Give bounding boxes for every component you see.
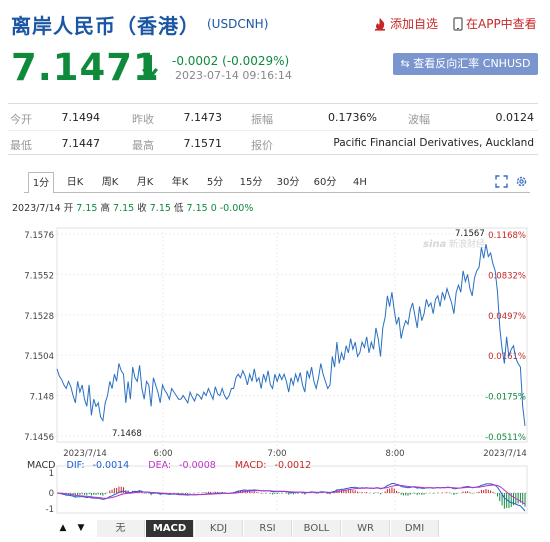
dea-line bbox=[56, 484, 526, 505]
x-tick-label: 2023/7/14 bbox=[483, 449, 527, 459]
add-watchlist-button[interactable]: 添加自选 bbox=[373, 15, 438, 32]
open-in-app-label: 在APP中查看 bbox=[466, 17, 537, 31]
tab-boll[interactable]: BOLL bbox=[293, 520, 341, 537]
pct-tick-label: -0.0511% bbox=[485, 433, 526, 443]
indicator-tabs: ▲ ▼ 无 MACD KDJ RSI BOLL WR DMI bbox=[47, 520, 527, 538]
price-chart[interactable]: sina 新浪财经 7.15767.15527.15287.15047.1487… bbox=[0, 210, 550, 520]
dif-label: DIF: -0.0014 bbox=[66, 460, 130, 471]
price-line bbox=[56, 244, 526, 427]
tab-30min[interactable]: 30分 bbox=[273, 172, 303, 193]
tab-monthly[interactable]: 月K bbox=[132, 172, 158, 193]
svg-text:新浪财经: 新浪财经 bbox=[449, 238, 485, 250]
macd-value-label: MACD: -0.0012 bbox=[234, 460, 312, 471]
add-watchlist-label: 添加自选 bbox=[390, 17, 439, 31]
low-value: 7.1447 bbox=[61, 137, 101, 150]
tab-none[interactable]: 无 bbox=[97, 520, 145, 537]
reverse-rate-button[interactable]: ⇆ 查看反向汇率 CNHUSD bbox=[393, 53, 538, 75]
macd-title: MACD bbox=[27, 460, 56, 471]
scroll-right-icon[interactable]: ▼ bbox=[73, 520, 89, 537]
y-tick-label: 7.1576 bbox=[24, 231, 54, 241]
tab-4h[interactable]: 4H bbox=[347, 172, 373, 193]
stats-table: 今开 7.1494 昨收 7.1473 振幅 0.1736% 波幅 0.0124… bbox=[8, 103, 538, 155]
tab-15min[interactable]: 15分 bbox=[236, 172, 266, 193]
pct-tick-label: 0.0497% bbox=[488, 312, 526, 322]
open-label: 今开 bbox=[10, 113, 32, 126]
high-label: 最高 bbox=[132, 139, 154, 152]
tab-wr[interactable]: WR bbox=[342, 520, 390, 537]
phone-icon bbox=[453, 17, 463, 31]
current-price: 7.1471 bbox=[11, 46, 160, 89]
tab-kdj[interactable]: KDJ bbox=[195, 520, 243, 537]
pct-tick-label: 0.0161% bbox=[488, 352, 526, 362]
x-tick-label: 2023/7/14 bbox=[63, 449, 107, 459]
low-label: 最低 bbox=[10, 139, 32, 152]
prev-close-label: 昨收 bbox=[132, 113, 154, 126]
tab-5min[interactable]: 5分 bbox=[202, 172, 228, 193]
x-axis-labels: 2023/7/14 6:00 7:00 8:00 2023/7/14 bbox=[63, 449, 527, 459]
pct-tick-label: -0.0175% bbox=[485, 393, 526, 403]
prev-close-value: 7.1473 bbox=[183, 111, 223, 124]
y-tick-label: 7.1456 bbox=[24, 433, 54, 443]
macd-tick-label: -1 bbox=[46, 505, 54, 515]
tab-dmi[interactable]: DMI bbox=[391, 520, 439, 537]
max-price-label: 7.1567 bbox=[455, 229, 485, 239]
tab-yearly[interactable]: 年K bbox=[167, 172, 193, 193]
tab-60min[interactable]: 60分 bbox=[310, 172, 340, 193]
open-value: 7.1494 bbox=[61, 111, 101, 124]
tab-macd[interactable]: MACD bbox=[146, 520, 194, 537]
fire-icon bbox=[375, 18, 385, 31]
symbol-code: (USDCNH) bbox=[207, 17, 269, 31]
y-tick-label: 7.148 bbox=[30, 393, 54, 403]
scroll-left-icon[interactable]: ▲ bbox=[55, 520, 71, 537]
quote-timestamp: 2023-07-14 09:16:14 bbox=[175, 69, 292, 82]
pct-axis-labels: 0.1168% 0.0832% 0.0497% 0.0161% -0.0175% -0.0… bbox=[485, 231, 526, 443]
tab-rsi[interactable]: RSI bbox=[244, 520, 292, 537]
down-arrow-icon bbox=[142, 55, 158, 80]
x-tick-label: 7:00 bbox=[267, 449, 286, 459]
amplitude-label: 振幅 bbox=[251, 113, 273, 126]
price-change: -0.0002 (-0.0029%) bbox=[172, 54, 290, 68]
pct-tick-label: 0.0832% bbox=[488, 271, 526, 281]
quote-row: 7.1471 -0.0002 (-0.0029%) 2023-07-14 09:… bbox=[0, 44, 550, 94]
y-tick-label: 7.1504 bbox=[24, 352, 54, 362]
svg-text:sina: sina bbox=[423, 239, 446, 250]
y-tick-label: 7.1528 bbox=[24, 312, 54, 322]
y-axis-labels: 7.1576 7.1552 7.1528 7.1504 7.148 7.1456 bbox=[24, 231, 54, 443]
wave-value: 0.0124 bbox=[495, 111, 535, 124]
macd-tick-label: 0 bbox=[49, 489, 54, 499]
quote-source-label: 报价 bbox=[251, 139, 273, 152]
period-tabs: 1分 日K 周K 月K 年K 5分 15分 30分 60分 4H bbox=[24, 172, 530, 194]
stats-divider bbox=[8, 130, 538, 131]
tab-1min[interactable]: 1分 bbox=[28, 172, 54, 193]
fullscreen-icon[interactable] bbox=[495, 175, 508, 188]
amplitude-value: 0.1736% bbox=[328, 111, 377, 124]
tab-daily[interactable]: 日K bbox=[62, 172, 88, 193]
page-title: 离岸人民币（香港） bbox=[11, 14, 200, 38]
x-tick-label: 8:00 bbox=[385, 449, 404, 459]
quote-source-value: Pacific Financial Derivatives, Auckland bbox=[333, 137, 534, 149]
wave-label: 波幅 bbox=[408, 113, 430, 126]
pct-tick-label: 0.1168% bbox=[488, 231, 526, 241]
sina-watermark: sina 新浪财经 bbox=[423, 238, 485, 250]
settings-icon[interactable] bbox=[515, 175, 528, 188]
macd-frame bbox=[56, 465, 528, 514]
macd-legend: MACD DIF: -0.0014 DEA: -0.0008 MACD: -0.001… bbox=[27, 460, 327, 471]
y-tick-label: 7.1552 bbox=[24, 271, 54, 281]
header: 离岸人民币（香港） (USDCNH) 添加自选 在APP中查看 bbox=[0, 0, 550, 42]
high-value: 7.1571 bbox=[183, 137, 223, 150]
min-price-label: 7.1468 bbox=[112, 429, 142, 439]
plot-frame bbox=[56, 227, 528, 443]
x-tick-label: 6:00 bbox=[153, 449, 172, 459]
macd-panel: 10-1 bbox=[46, 465, 528, 515]
reverse-rate-label: 查看反向汇率 CNHUSD bbox=[413, 57, 531, 70]
swap-icon: ⇆ bbox=[400, 57, 414, 70]
tab-weekly[interactable]: 周K bbox=[97, 172, 123, 193]
dea-label: DEA: -0.0008 bbox=[148, 460, 216, 471]
open-in-app-button[interactable]: 在APP中查看 bbox=[453, 15, 537, 32]
